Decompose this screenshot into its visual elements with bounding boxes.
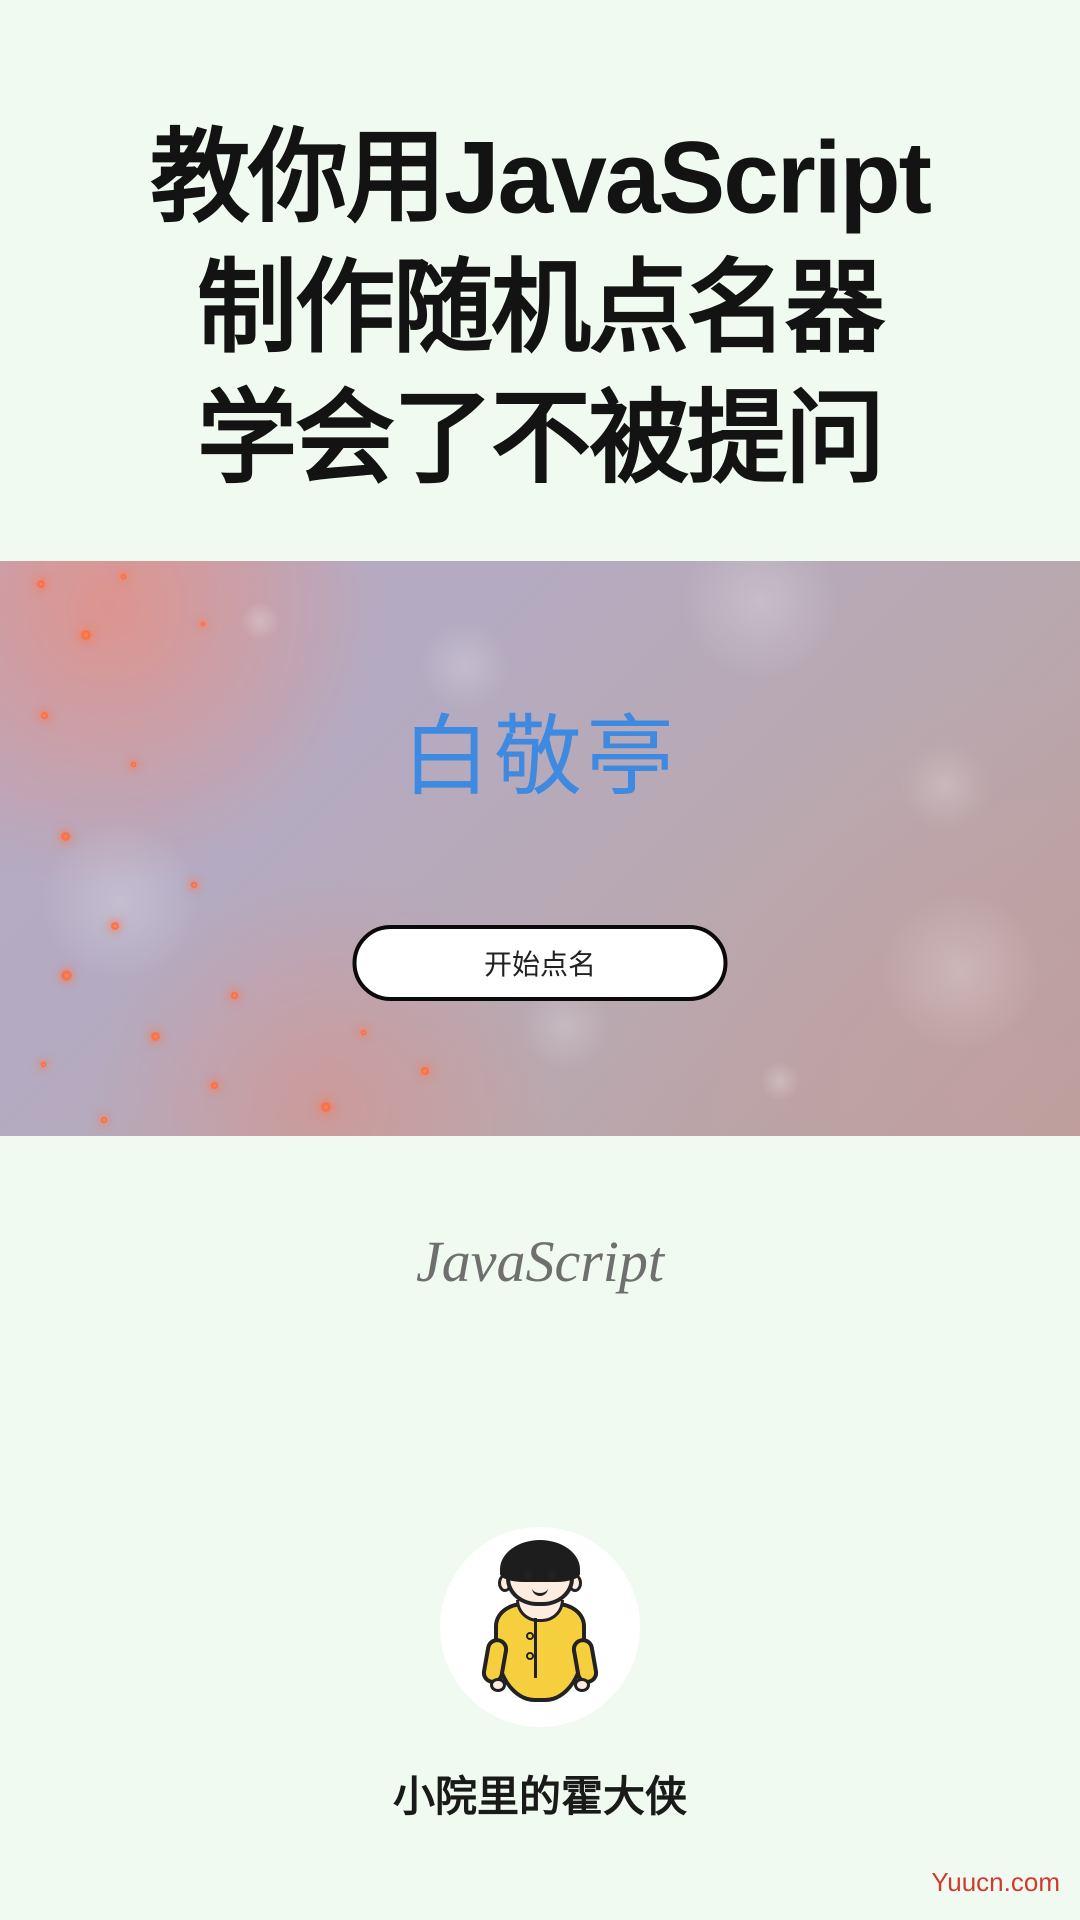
spark-dot xyxy=(100,1116,108,1124)
spark-dot xyxy=(200,621,206,627)
spark-dot xyxy=(150,1031,161,1042)
spark-dot xyxy=(60,831,71,842)
picked-name-display: 白敬亭 xyxy=(0,686,1080,813)
author-name: 小院里的霍大侠 xyxy=(393,1763,687,1824)
tech-label: JavaScript xyxy=(0,1228,1080,1295)
bokeh-circle xyxy=(760,1061,800,1101)
spark-dot xyxy=(110,921,120,931)
demo-panel: 白敬亭 开始点名 xyxy=(0,561,1080,1136)
bokeh-circle xyxy=(880,891,1040,1051)
spark-dot xyxy=(120,573,127,580)
spark-dot xyxy=(190,881,198,889)
bokeh-circle xyxy=(680,561,840,681)
bokeh-circle xyxy=(40,821,200,981)
page-title: 教你用JavaScript 制作随机点名器 学会了不被提问 xyxy=(0,0,1080,504)
spark-dot xyxy=(36,579,46,589)
spark-dot xyxy=(40,1061,47,1068)
spark-dot xyxy=(230,991,239,1000)
start-roll-call-button[interactable]: 开始点名 xyxy=(353,925,728,1001)
title-line-1: 教你用JavaScript xyxy=(0,112,1080,243)
title-line-3: 学会了不被提问 xyxy=(0,373,1080,504)
title-line-2: 制作随机点名器 xyxy=(0,243,1080,374)
spark-dot xyxy=(80,629,92,641)
cartoon-avatar-icon xyxy=(480,1542,600,1712)
spark-dot xyxy=(60,969,73,982)
spark-dot xyxy=(210,1081,219,1090)
watermark: Yuucn.com xyxy=(931,1867,1060,1898)
spark-dot xyxy=(320,1101,332,1113)
author-avatar xyxy=(440,1527,640,1727)
bokeh-circle xyxy=(240,601,280,641)
start-button-label: 开始点名 xyxy=(484,943,596,983)
spark-dot xyxy=(420,1066,430,1076)
author-block: 小院里的霍大侠 xyxy=(0,1527,1080,1824)
spark-dot xyxy=(360,1029,367,1036)
